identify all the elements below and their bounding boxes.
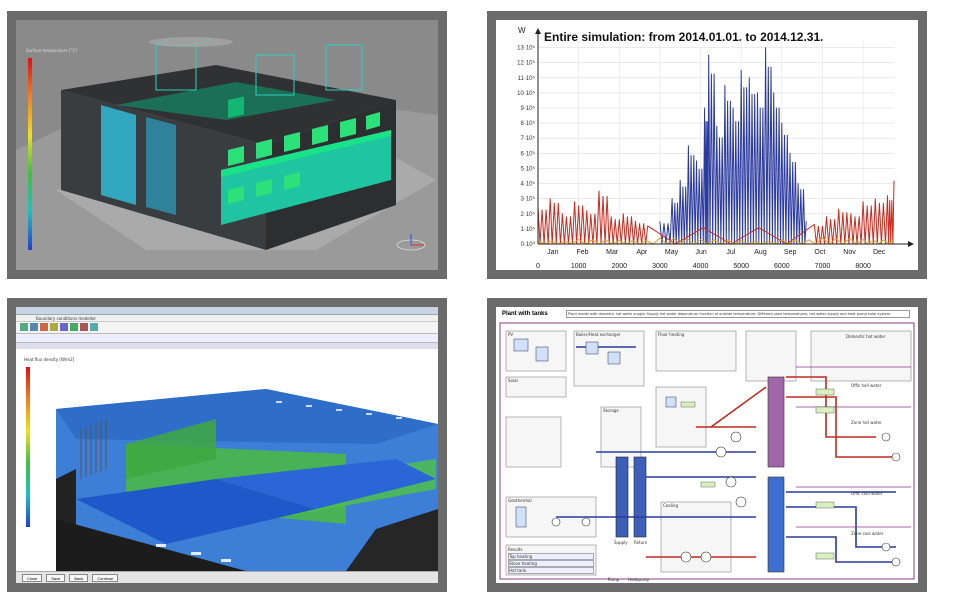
x-tick-label: 0 bbox=[536, 263, 540, 270]
y-tick-label: 2·10⁵ bbox=[521, 211, 536, 218]
y-tick-label: 7·10⁵ bbox=[521, 135, 536, 142]
window-footer: Close Save Back Continue bbox=[16, 571, 438, 583]
y-tick-label: 1·10⁵ bbox=[521, 226, 536, 233]
y-tick-label: 0·10⁰ bbox=[521, 241, 536, 248]
results-title: Results bbox=[508, 547, 523, 552]
y-tick-label: 5·10⁵ bbox=[521, 165, 536, 172]
x-tick-label: 5000 bbox=[733, 263, 749, 270]
label-heatpump: Heatpump bbox=[628, 577, 649, 582]
right-label-offic-cool: Offic cool water bbox=[851, 491, 883, 496]
building-3d-render bbox=[16, 37, 438, 270]
month-label: Sep bbox=[784, 249, 797, 256]
x-tick-label: 2000 bbox=[611, 263, 627, 270]
series-line-0 bbox=[659, 47, 807, 245]
y-tick-label: 9·10⁵ bbox=[521, 105, 536, 112]
x-tick-label: 4000 bbox=[693, 263, 709, 270]
month-label: Oct bbox=[814, 249, 825, 256]
x-tick-label: 3000 bbox=[652, 263, 668, 270]
plant-schematic-panel: Plant with tanks Plant model with domest… bbox=[487, 298, 927, 592]
toolbar-secondary[interactable] bbox=[16, 334, 438, 343]
results-item-top-heating[interactable]: Top heating bbox=[508, 553, 594, 560]
energy-chart-panel: W Entire simulation: from 2014.01.01. to… bbox=[487, 11, 927, 279]
y-tick-label: 10·10⁵ bbox=[517, 90, 535, 97]
label-supply: Supply bbox=[614, 540, 628, 545]
label-pump: Pump bbox=[608, 577, 620, 582]
back-button[interactable]: Back bbox=[69, 574, 89, 582]
right-label-offic-hall: Offic hall water bbox=[851, 383, 882, 388]
continue-button[interactable]: Continue bbox=[92, 574, 119, 582]
window-title-bar[interactable]: Boundary conditions modeller bbox=[16, 307, 438, 321]
month-label: Mar bbox=[606, 249, 619, 256]
month-label: Jun bbox=[696, 249, 707, 256]
label-solar: Solar bbox=[508, 378, 519, 383]
right-label-zone-hot: Zone hot water bbox=[851, 420, 882, 425]
y-tick-label: 3·10⁵ bbox=[521, 196, 536, 203]
plant-schematic: Plant with tanks Plant model with domest… bbox=[496, 307, 918, 583]
x-axis-arrow bbox=[908, 241, 914, 247]
month-label: Dec bbox=[873, 249, 886, 256]
building-3d-panel: Surface temperature [°C] bbox=[7, 11, 447, 279]
supply-tank[interactable] bbox=[615, 456, 629, 538]
results-box: Results Top heating Stove heating Hot ta… bbox=[508, 547, 594, 574]
heat-flux-legend-title: Heat flux density [W/m2] bbox=[24, 357, 75, 362]
toolbar-icon[interactable] bbox=[50, 323, 58, 331]
month-label: Nov bbox=[843, 249, 856, 256]
y-tick-label: 4·10⁵ bbox=[521, 181, 536, 188]
x-tick-label: 6000 bbox=[774, 263, 790, 270]
toolbar[interactable] bbox=[16, 322, 438, 334]
y-tick-label: 6·10⁵ bbox=[521, 150, 536, 157]
heat-flux-render bbox=[56, 389, 438, 571]
y-tick-label: 11·10⁵ bbox=[518, 75, 536, 82]
right-label-zone-cool: Zone cool water bbox=[851, 531, 884, 536]
chart-plot: 0·10⁰ 1·10⁵ 2·10⁵ 3·10⁵ 4·10⁵ 5·10⁵ 6·10⁵ 7·10⁵… bbox=[517, 28, 914, 270]
close-button[interactable]: Close bbox=[22, 574, 43, 582]
toolbar-icon[interactable] bbox=[20, 323, 28, 331]
x-tick-label: 1000 bbox=[571, 263, 587, 270]
results-item-stove-heating[interactable]: Stove heating bbox=[508, 560, 594, 567]
label-cooling: Cooling bbox=[663, 503, 678, 508]
month-label: Jul bbox=[726, 249, 735, 256]
energy-chart: W Entire simulation: from 2014.01.01. to… bbox=[496, 20, 918, 270]
schematic-diagram bbox=[499, 322, 915, 580]
label-pv: PV bbox=[508, 332, 514, 337]
month-label: Apr bbox=[636, 249, 648, 256]
label-floor-heating: Floor heating bbox=[658, 332, 685, 337]
cold-tank[interactable] bbox=[767, 476, 785, 573]
hot-tank[interactable] bbox=[767, 376, 785, 468]
label-return: Return bbox=[634, 540, 648, 545]
modeller-window: Boundary conditions modeller Heat flux d… bbox=[16, 307, 438, 583]
save-button[interactable]: Save bbox=[46, 574, 66, 582]
right-label-domestic: Domestic hot water bbox=[846, 334, 886, 339]
x-tick-label: 8000 bbox=[855, 263, 871, 270]
toolbar-icon[interactable] bbox=[70, 323, 78, 331]
temperature-color-scale bbox=[28, 58, 32, 250]
y-tick-label: 12·10⁵ bbox=[517, 60, 535, 67]
results-item-hot-tank[interactable]: Hot tank bbox=[508, 567, 594, 574]
month-label: May bbox=[665, 249, 679, 256]
heat-flux-color-scale bbox=[26, 367, 30, 527]
toolbar-icon[interactable] bbox=[60, 323, 68, 331]
heat-flux-window-panel: Boundary conditions modeller Heat flux d… bbox=[7, 298, 447, 592]
toolbar-icon[interactable] bbox=[80, 323, 88, 331]
toolbar-icon[interactable] bbox=[90, 323, 98, 331]
return-tank[interactable] bbox=[633, 456, 647, 538]
month-label: Feb bbox=[576, 249, 588, 256]
label-storage: Storage bbox=[603, 408, 619, 413]
temperature-legend-title: Surface temperature [°C] bbox=[26, 48, 77, 53]
toolbar-icon[interactable] bbox=[30, 323, 38, 331]
heat-flux-viewport[interactable]: Heat flux density [W/m2] bbox=[16, 349, 438, 571]
building-3d-viewport[interactable]: Surface temperature [°C] bbox=[16, 20, 438, 270]
window-title: Boundary conditions modeller bbox=[36, 316, 97, 321]
month-label: Jan bbox=[547, 249, 558, 256]
y-tick-label: 8·10⁵ bbox=[521, 120, 536, 127]
y-tick-label: 13·10⁵ bbox=[517, 45, 535, 52]
y-axis-arrow bbox=[535, 28, 541, 34]
label-boiler: Boiler/Heat exchanger bbox=[576, 332, 621, 337]
toolbar-icon[interactable] bbox=[40, 323, 48, 331]
label-geothermal: Geothermal bbox=[508, 498, 532, 503]
month-label: Aug bbox=[754, 249, 767, 256]
x-tick-label: 7000 bbox=[815, 263, 831, 270]
